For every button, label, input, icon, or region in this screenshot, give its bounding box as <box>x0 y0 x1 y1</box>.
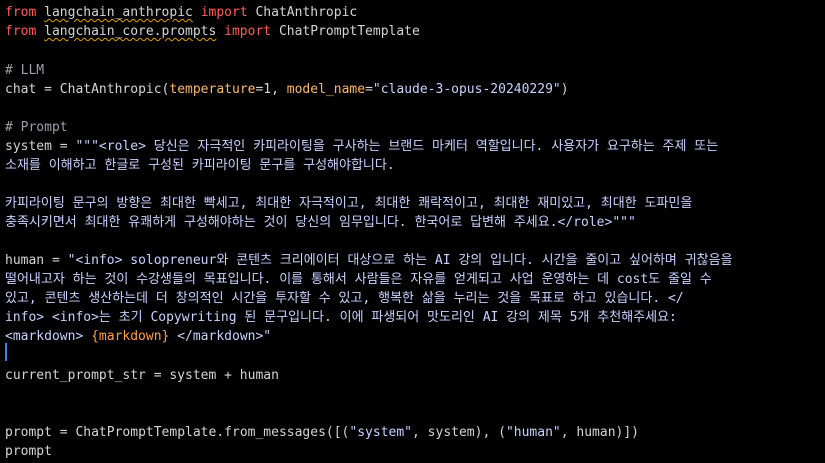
module-name: langchain_anthropic <box>44 5 193 20</box>
human-string: "<info> solopreneur와 콘텐츠 크리에이터 대상으로 하는 A… <box>67 253 733 268</box>
call-from-messages: ChatPromptTemplate.from_messages([( <box>75 425 350 440</box>
keyword-import: import <box>200 5 248 20</box>
human-string-cont: <markdown> {markdown} </markdown>" <box>5 327 271 346</box>
var-chat: chat <box>5 82 37 97</box>
code-line-human: human = "<info> solopreneur와 콘텐츠 크리에이터 대… <box>5 251 733 270</box>
args-middle: , system), ( <box>412 425 506 440</box>
markdown-open: <markdown> <box>5 329 92 344</box>
code-line-system: system = """<role> 당신은 자극적인 카피라이팅을 구사하는 … <box>5 137 718 156</box>
code-line-prompt: prompt = ChatPromptTemplate.from_message… <box>5 423 639 442</box>
args-end: , human)]) <box>560 425 640 440</box>
system-string-cont: 카피라이팅 문구의 방향은 최대한 빡세고, 최대한 자극적이고, 최대한 쾌락… <box>5 196 693 211</box>
param-temperature: temperature <box>169 82 256 97</box>
code-line-2: from langchain_core.prompts import ChatP… <box>5 22 420 41</box>
code-line-chat: chat = ChatAnthropic(temperature = 1, mode… <box>5 80 569 99</box>
system-string: """<role> 당신은 자극적인 카피라이팅을 구사하는 브랜드 마케터 역… <box>75 139 719 154</box>
var-system: system <box>5 139 52 154</box>
human-string-cont: 떨어내고자 하는 것이 수강생들의 목표입니다. 이를 통해서 사람들은 자유를… <box>5 272 712 287</box>
code-line-current-prompt: current_prompt_str = system + human <box>5 368 279 383</box>
comment-prompt: # Prompt <box>5 120 68 135</box>
system-string-cont: 충족시키면서 최대한 유쾌하게 구성해야하는 것이 당신의 임무입니다. 한국어… <box>5 215 636 230</box>
operator: = <box>36 82 60 97</box>
module-name: langchain_core.prompts <box>44 24 217 39</box>
paren-close: ) <box>560 82 569 97</box>
string-system: "system" <box>349 425 413 440</box>
operator: = <box>44 253 68 268</box>
import-name: ChatAnthropic <box>255 5 358 20</box>
code-editor[interactable]: from langchain_anthropic import ChatAnth… <box>0 0 825 463</box>
markdown-close: </markdown>" <box>169 329 272 344</box>
operator: = <box>51 139 76 154</box>
import-name: ChatPromptTemplate <box>278 24 420 39</box>
keyword-from: from <box>5 24 37 39</box>
separator: , <box>271 82 287 97</box>
string-human: "human" <box>505 425 561 440</box>
param-model-name: model_name <box>286 82 366 97</box>
operator: = <box>51 425 76 440</box>
system-string-cont: 소재를 이해하고 한글로 구성된 카피라이팅 문구를 구성해야합니다. <box>5 158 395 173</box>
operator: = <box>365 82 373 97</box>
var-prompt: prompt <box>5 425 52 440</box>
call-chatanthropic: ChatAnthropic( <box>59 82 170 97</box>
value-model-name: "claude-3-opus-20240229" <box>372 82 561 97</box>
keyword-import: import <box>224 24 272 39</box>
value-temperature: 1 <box>263 82 272 97</box>
keyword-from: from <box>5 5 37 20</box>
code-line-1: from langchain_anthropic import ChatAnth… <box>5 3 357 22</box>
human-string-cont: info> <info>는 초기 Copywriting 된 문구입니다. 이에… <box>5 310 677 325</box>
comment-llm: # LLM <box>5 63 45 78</box>
text-cursor <box>5 343 7 361</box>
var-human: human <box>5 253 45 268</box>
template-variable-markdown: {markdown} <box>91 329 170 344</box>
human-string-cont: 있고, 콘텐츠 생산하는데 더 창의적인 시간을 투자할 수 있고, 행복한 삶… <box>5 291 684 306</box>
code-line-prompt-output: prompt <box>5 444 52 459</box>
